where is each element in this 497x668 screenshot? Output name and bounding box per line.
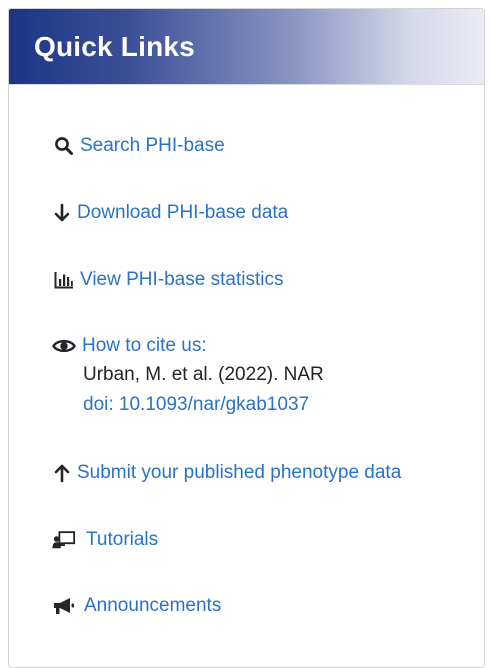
cite-link[interactable]: How to cite us: (82, 334, 207, 358)
tutorials-link-row[interactable]: Tutorials (52, 528, 158, 552)
download-link-row[interactable]: Download PHI-base data (52, 201, 288, 225)
search-icon (52, 135, 76, 157)
quick-links-panel: Quick Links Search PHI-base Download PHI… (8, 8, 485, 668)
panel-header: Quick Links (9, 9, 484, 85)
cite-link-row[interactable]: How to cite us: (52, 334, 207, 358)
submit-link[interactable]: Submit your published phenotype data (77, 461, 401, 485)
arrow-down-icon (52, 202, 72, 224)
citation-reference: Urban, M. et al. (2022). NAR (83, 364, 324, 385)
arrow-up-icon (52, 462, 72, 484)
megaphone-icon (52, 595, 76, 617)
statistics-link[interactable]: View PHI-base statistics (80, 268, 283, 292)
bar-chart-icon (52, 269, 76, 291)
eye-icon (52, 335, 76, 357)
chalkboard-teacher-icon (52, 529, 76, 551)
submit-link-row[interactable]: Submit your published phenotype data (52, 461, 401, 485)
citation-doi-link[interactable]: doi: 10.1093/nar/gkab1037 (83, 393, 309, 417)
search-link-row[interactable]: Search PHI-base (52, 134, 225, 158)
download-link[interactable]: Download PHI-base data (77, 201, 288, 225)
announcements-link-row[interactable]: Announcements (52, 594, 221, 618)
announcements-link[interactable]: Announcements (84, 594, 221, 618)
panel-title: Quick Links (34, 30, 195, 62)
search-link[interactable]: Search PHI-base (80, 134, 225, 158)
statistics-link-row[interactable]: View PHI-base statistics (52, 268, 283, 292)
tutorials-link[interactable]: Tutorials (86, 528, 158, 552)
